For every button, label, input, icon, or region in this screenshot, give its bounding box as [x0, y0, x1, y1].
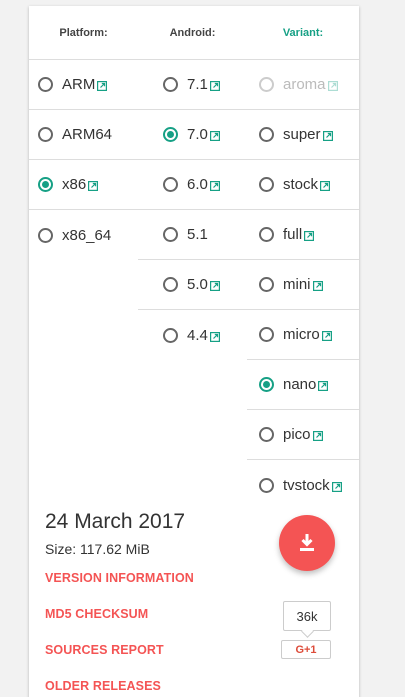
option-label: ARM	[62, 76, 96, 93]
download-card: Platform: ARM ARM64 x86 x86_64 Android: 7.1…	[29, 6, 359, 697]
radio-button[interactable]	[259, 227, 274, 242]
radio-button[interactable]	[38, 177, 53, 192]
external-link-icon	[318, 381, 329, 391]
option-label: mini	[283, 276, 311, 293]
android-option-7-0[interactable]: 7.0	[138, 110, 247, 160]
variant-option-full[interactable]: full	[247, 210, 359, 260]
radio-button[interactable]	[163, 177, 178, 192]
radio-button	[259, 77, 274, 92]
option-label: 7.1	[187, 76, 208, 93]
platform-option-arm64[interactable]: ARM64	[29, 110, 138, 160]
external-link-icon	[209, 181, 220, 191]
option-label: full	[283, 226, 303, 243]
external-link-icon	[312, 431, 323, 441]
option-label: 5.1	[187, 226, 208, 243]
external-link-icon	[97, 81, 108, 91]
option-label: pico	[283, 426, 311, 443]
radio-button[interactable]	[163, 327, 178, 343]
variant-option-mini[interactable]: mini	[247, 260, 359, 310]
external-link-icon	[209, 81, 220, 91]
variant-option-stock[interactable]: stock	[247, 160, 359, 210]
option-label: x86_64	[62, 226, 112, 244]
variant-column: Variant: aroma super stock full mini micro nan…	[247, 6, 359, 510]
variant-option-pico[interactable]: pico	[247, 410, 359, 460]
external-link-icon	[209, 281, 220, 291]
android-option-7-1[interactable]: 7.1	[138, 60, 247, 110]
variant-option-super[interactable]: super	[247, 110, 359, 160]
external-link-icon	[321, 331, 332, 341]
platform-column: Platform: ARM ARM64 x86 x86_64	[29, 6, 138, 260]
external-link-icon	[320, 181, 331, 191]
radio-button[interactable]	[259, 327, 274, 342]
md5-checksum-link[interactable]: MD5 CHECKSUM	[45, 607, 148, 621]
option-label: super	[283, 126, 321, 143]
external-link-icon	[327, 81, 338, 91]
android-option-5-1[interactable]: 5.1	[138, 210, 247, 260]
platform-option-arm[interactable]: ARM	[29, 60, 138, 110]
radio-button[interactable]	[259, 477, 274, 493]
option-label: micro	[283, 326, 320, 343]
share-count: 36k	[283, 601, 331, 631]
platform-option-x86[interactable]: x86	[29, 160, 138, 210]
sources-report-link[interactable]: SOURCES REPORT	[45, 643, 164, 657]
radio-button[interactable]	[163, 77, 178, 92]
external-link-icon	[304, 231, 315, 241]
variant-option-nano[interactable]: nano	[247, 360, 359, 410]
external-link-icon	[209, 131, 220, 141]
variant-option-aroma: aroma	[247, 60, 359, 110]
android-option-5-0[interactable]: 5.0	[138, 260, 247, 310]
radio-button[interactable]	[38, 127, 53, 142]
external-link-icon	[209, 331, 220, 342]
option-label: ARM64	[62, 126, 113, 143]
radio-button[interactable]	[163, 277, 178, 292]
external-link-icon	[312, 281, 323, 291]
platform-option-x86-64[interactable]: x86_64	[29, 210, 138, 260]
option-label: stock	[283, 176, 319, 193]
radio-button[interactable]	[259, 377, 274, 392]
radio-button[interactable]	[259, 277, 274, 292]
android-option-6-0[interactable]: 6.0	[138, 160, 247, 210]
radio-button[interactable]	[38, 227, 53, 243]
download-button[interactable]	[279, 515, 335, 571]
release-date: 24 March 2017	[45, 510, 186, 533]
option-label: 4.4	[187, 326, 208, 344]
google-plus-button[interactable]: G+1	[281, 640, 331, 659]
option-label: 7.0	[187, 126, 208, 143]
external-link-icon	[322, 131, 333, 141]
release-size: Size: 117.62 MiB	[45, 541, 150, 557]
external-link-icon	[331, 481, 342, 492]
radio-button[interactable]	[163, 227, 178, 242]
download-icon	[300, 534, 314, 551]
radio-button[interactable]	[38, 77, 53, 92]
option-label: x86	[62, 176, 87, 193]
android-option-4-4[interactable]: 4.4	[138, 310, 247, 360]
radio-button[interactable]	[163, 127, 178, 142]
option-label: nano	[283, 376, 317, 393]
option-label: 6.0	[187, 176, 208, 193]
variant-option-micro[interactable]: micro	[247, 310, 359, 360]
variant-option-tvstock[interactable]: tvstock	[247, 460, 359, 510]
version-information-link[interactable]: VERSION INFORMATION	[45, 571, 194, 585]
option-label: 5.0	[187, 276, 208, 293]
option-label: aroma	[283, 76, 326, 93]
radio-button[interactable]	[259, 427, 274, 442]
radio-button[interactable]	[259, 177, 274, 192]
external-link-icon	[88, 181, 99, 191]
android-header: Android:	[138, 6, 247, 60]
radio-button[interactable]	[259, 127, 274, 142]
option-label: tvstock	[283, 476, 330, 494]
android-column: Android: 7.1 7.0 6.0 5.1 5.0 4.4	[138, 6, 247, 360]
variant-header: Variant:	[247, 6, 359, 60]
platform-header: Platform:	[29, 6, 138, 60]
older-releases-link[interactable]: OLDER RELEASES	[45, 679, 161, 693]
